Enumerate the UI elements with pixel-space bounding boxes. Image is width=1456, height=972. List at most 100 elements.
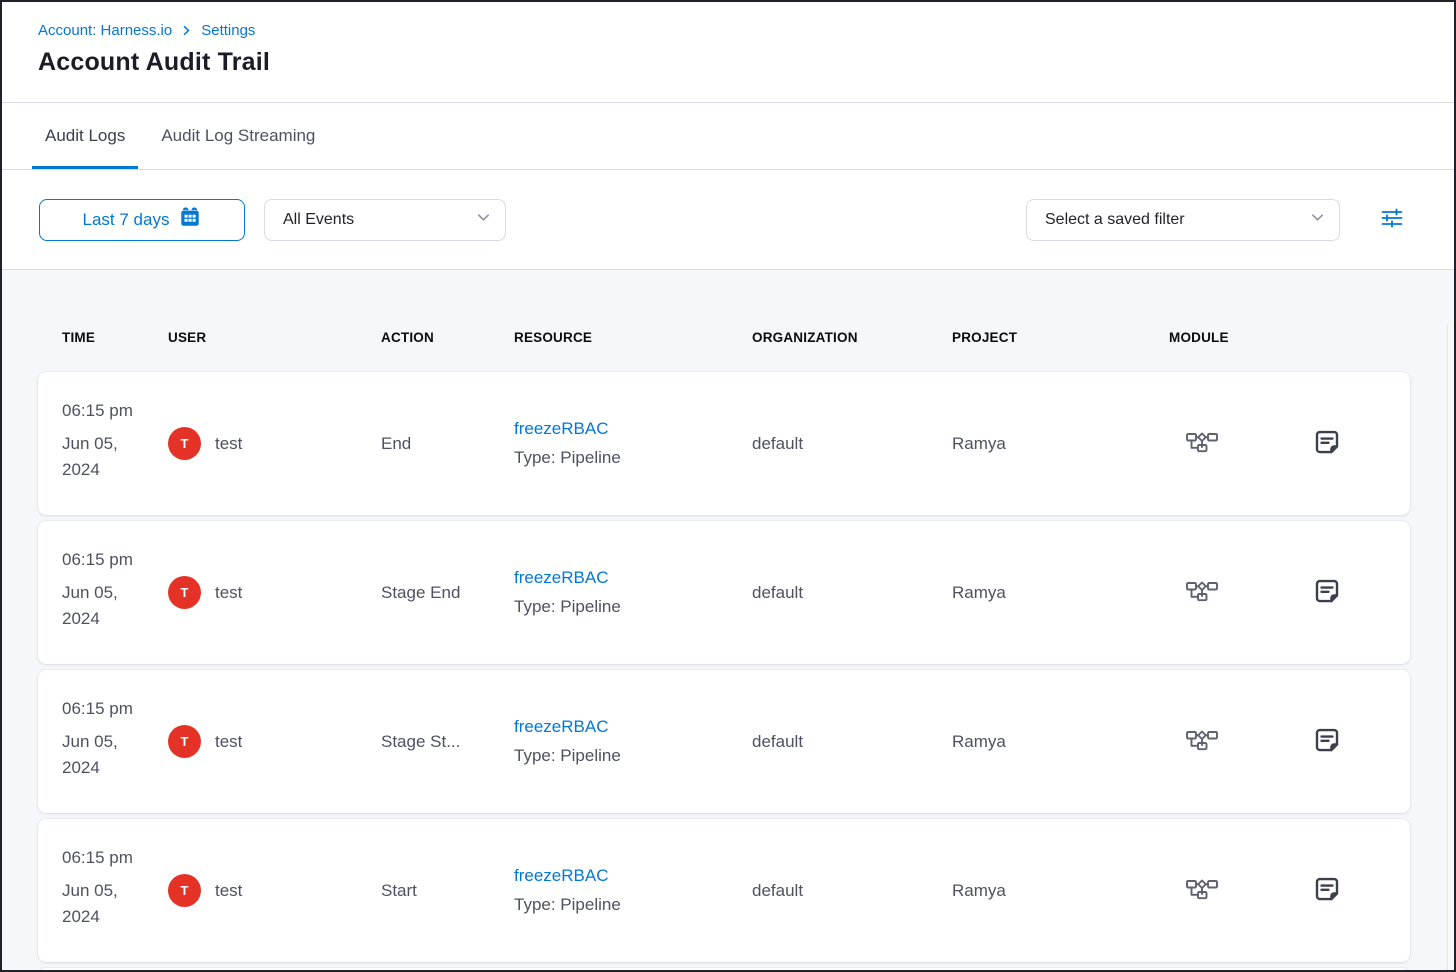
column-header-resource: RESOURCE — [514, 330, 752, 346]
table-header-row: TIME USER ACTION RESOURCE ORGANIZATION P… — [38, 330, 1410, 346]
date-range-label: Last 7 days — [83, 210, 170, 230]
event-summary-button[interactable] — [1309, 724, 1345, 760]
resource-type: Type: Pipeline — [514, 597, 752, 617]
vertical-scrollbar[interactable] — [1447, 325, 1454, 970]
note-icon — [1312, 725, 1342, 758]
organization-cell: default — [752, 881, 952, 901]
module-cell — [1169, 875, 1279, 906]
user-name: test — [215, 881, 242, 901]
date-range-button[interactable]: Last 7 days — [39, 199, 245, 241]
event-summary-button[interactable] — [1309, 426, 1345, 462]
resource-link[interactable]: freezeRBAC — [514, 717, 608, 736]
user-cell: T test — [168, 576, 381, 609]
column-header-project: PROJECT — [952, 330, 1169, 346]
project-cell: Ramya — [952, 434, 1169, 454]
event-summary-button[interactable] — [1309, 873, 1345, 909]
chevron-down-icon — [476, 210, 491, 230]
filter-left-group: Last 7 days All Event — [39, 199, 506, 241]
pipeline-icon — [1185, 737, 1219, 756]
user-cell: T test — [168, 427, 381, 460]
row-actions-cell — [1279, 426, 1410, 462]
avatar[interactable]: T — [168, 427, 201, 460]
resource-link[interactable]: freezeRBAC — [514, 866, 608, 885]
tabs-bar: Audit Logs Audit Log Streaming — [2, 102, 1454, 170]
resource-type: Type: Pipeline — [514, 448, 752, 468]
note-icon — [1312, 427, 1342, 460]
row-actions-cell — [1279, 724, 1410, 760]
event-type-value: All Events — [283, 211, 354, 229]
resource-cell: freezeRBAC Type: Pipeline — [514, 568, 752, 617]
user-cell: T test — [168, 874, 381, 907]
time-value: 06:15 pm — [62, 699, 133, 718]
resource-link[interactable]: freezeRBAC — [514, 419, 608, 438]
resource-cell: freezeRBAC Type: Pipeline — [514, 717, 752, 766]
action-cell: Stage End — [381, 583, 514, 603]
filter-right-group: Select a saved filter — [1026, 199, 1406, 241]
page-title: Account Audit Trail — [38, 48, 1454, 77]
column-header-time: TIME — [62, 330, 168, 346]
project-cell: Ramya — [952, 583, 1169, 603]
project-cell: Ramya — [952, 881, 1169, 901]
project-cell: Ramya — [952, 732, 1169, 752]
avatar[interactable]: T — [168, 576, 201, 609]
date-value: Jun 05, 2024 — [62, 878, 154, 930]
time-cell: 06:15 pm Jun 05, 2024 — [62, 521, 154, 632]
note-icon — [1312, 576, 1342, 609]
calendar-icon — [179, 206, 201, 233]
table-row-partial[interactable] — [38, 968, 1410, 970]
tab-audit-log-streaming-label: Audit Log Streaming — [161, 126, 315, 146]
time-value: 06:15 pm — [62, 401, 133, 420]
resource-link[interactable]: freezeRBAC — [514, 568, 608, 587]
column-header-module: MODULE — [1169, 330, 1279, 346]
organization-cell: default — [752, 583, 952, 603]
resource-cell: freezeRBAC Type: Pipeline — [514, 419, 752, 468]
avatar[interactable]: T — [168, 725, 201, 758]
tab-audit-logs[interactable]: Audit Logs — [32, 103, 138, 169]
breadcrumb-account-link[interactable]: Account: Harness.io — [38, 22, 172, 39]
event-summary-button[interactable] — [1309, 575, 1345, 611]
module-cell — [1169, 577, 1279, 608]
note-icon — [1312, 874, 1342, 907]
filter-bar: Last 7 days All Event — [2, 170, 1454, 270]
row-actions-cell — [1279, 873, 1410, 909]
time-cell: 06:15 pm Jun 05, 2024 — [62, 819, 154, 930]
table-row[interactable]: 06:15 pm Jun 05, 2024 T test Start freez… — [38, 819, 1410, 962]
event-type-select[interactable]: All Events — [264, 199, 506, 241]
action-cell: Start — [381, 881, 514, 901]
chevron-right-icon — [181, 25, 192, 36]
user-name: test — [215, 583, 242, 603]
sliders-icon — [1380, 206, 1404, 233]
resource-cell: freezeRBAC Type: Pipeline — [514, 866, 752, 915]
pipeline-icon — [1185, 588, 1219, 607]
column-header-organization: ORGANIZATION — [752, 330, 952, 346]
resource-type: Type: Pipeline — [514, 895, 752, 915]
time-value: 06:15 pm — [62, 550, 133, 569]
date-value: Jun 05, 2024 — [62, 729, 154, 781]
module-cell — [1169, 428, 1279, 459]
module-cell — [1169, 726, 1279, 757]
saved-filter-select[interactable]: Select a saved filter — [1026, 199, 1340, 241]
audit-trail-page: Account: Harness.io Settings Account Aud… — [0, 0, 1456, 972]
user-cell: T test — [168, 725, 381, 758]
breadcrumb-settings-link[interactable]: Settings — [201, 22, 255, 39]
time-value: 06:15 pm — [62, 848, 133, 867]
table-row[interactable]: 06:15 pm Jun 05, 2024 T test Stage End f… — [38, 521, 1410, 664]
avatar[interactable]: T — [168, 874, 201, 907]
table-row[interactable]: 06:15 pm Jun 05, 2024 T test End freezeR… — [38, 372, 1410, 515]
organization-cell: default — [752, 732, 952, 752]
row-actions-cell — [1279, 575, 1410, 611]
column-header-action: ACTION — [381, 330, 514, 346]
time-cell: 06:15 pm Jun 05, 2024 — [62, 372, 154, 483]
page-header: Account: Harness.io Settings Account Aud… — [2, 2, 1454, 102]
tab-audit-log-streaming[interactable]: Audit Log Streaming — [148, 103, 328, 169]
user-name: test — [215, 434, 242, 454]
filter-panel-button[interactable] — [1378, 204, 1406, 235]
action-cell: Stage St... — [381, 732, 514, 752]
breadcrumb: Account: Harness.io Settings — [38, 22, 1454, 39]
date-value: Jun 05, 2024 — [62, 580, 154, 632]
table-row[interactable]: 06:15 pm Jun 05, 2024 T test Stage St...… — [38, 670, 1410, 813]
pipeline-icon — [1185, 886, 1219, 905]
resource-type: Type: Pipeline — [514, 746, 752, 766]
pipeline-icon — [1185, 439, 1219, 458]
tab-audit-logs-label: Audit Logs — [45, 126, 125, 146]
